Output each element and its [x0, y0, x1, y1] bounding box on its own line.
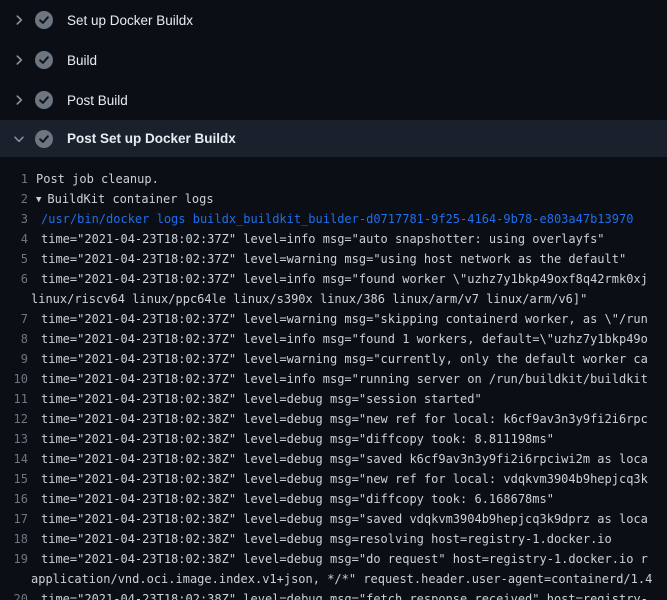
log-line-continuation: linux/riscv64 linux/ppc64le linux/s390x … — [0, 289, 667, 309]
step-row-build[interactable]: Build — [0, 40, 667, 80]
log-line: 20time="2021-04-23T18:02:38Z" level=debu… — [0, 589, 667, 600]
log-line-number[interactable]: 14 — [0, 449, 28, 469]
log-text: time="2021-04-23T18:02:38Z" level=debug … — [28, 449, 648, 469]
log-line: 17time="2021-04-23T18:02:38Z" level=debu… — [0, 509, 667, 529]
chevron-down-icon[interactable] — [12, 132, 26, 146]
log-text: time="2021-04-23T18:02:38Z" level=debug … — [28, 409, 648, 429]
log-line: 1Post job cleanup. — [0, 169, 667, 189]
log-line: 15time="2021-04-23T18:02:38Z" level=debu… — [0, 469, 667, 489]
log-area: 1Post job cleanup.2 ▼ BuildKit container l… — [0, 157, 667, 600]
check-circle-icon — [35, 91, 53, 109]
log-text: time="2021-04-23T18:02:38Z" level=debug … — [28, 509, 648, 529]
step-list: Set up Docker Buildx Build Post Build Post … — [0, 0, 667, 157]
log-command-text: /usr/bin/docker logs buildx_buildkit_bui… — [28, 209, 633, 229]
log-text: time="2021-04-23T18:02:38Z" level=debug … — [28, 489, 554, 509]
log-line-number[interactable]: 8 — [0, 329, 28, 349]
log-line-number[interactable]: 16 — [0, 489, 28, 509]
log-line: 7time="2021-04-23T18:02:37Z" level=warni… — [0, 309, 667, 329]
log-text: time="2021-04-23T18:02:38Z" level=debug … — [28, 529, 612, 549]
step-label: Post Set up Docker Buildx — [67, 131, 236, 146]
log-text: time="2021-04-23T18:02:37Z" level=info m… — [28, 229, 605, 249]
log-line-number[interactable]: 3 — [0, 209, 28, 229]
log-line: 9time="2021-04-23T18:02:37Z" level=warni… — [0, 349, 667, 369]
log-line: 18time="2021-04-23T18:02:38Z" level=debu… — [0, 529, 667, 549]
log-text: time="2021-04-23T18:02:38Z" level=debug … — [28, 469, 648, 489]
log-line: 13time="2021-04-23T18:02:38Z" level=debu… — [0, 429, 667, 449]
log-text: linux/riscv64 linux/ppc64le linux/s390x … — [28, 289, 587, 309]
triangle-down-icon[interactable]: ▼ — [36, 195, 41, 205]
log-line-number[interactable]: 7 — [0, 309, 28, 329]
check-circle-icon — [35, 11, 53, 29]
log-line: 16time="2021-04-23T18:02:38Z" level=debu… — [0, 489, 667, 509]
log-text: time="2021-04-23T18:02:37Z" level=warnin… — [28, 349, 648, 369]
log-line-number[interactable]: 15 — [0, 469, 28, 489]
log-line: 6time="2021-04-23T18:02:37Z" level=info … — [0, 269, 667, 289]
check-circle-icon — [35, 51, 53, 69]
log-line-number[interactable]: 13 — [0, 429, 28, 449]
log-line-number[interactable]: 1 — [0, 169, 28, 189]
log-line-number[interactable]: 11 — [0, 389, 28, 409]
log-text: application/vnd.oci.image.index.v1+json,… — [28, 569, 652, 589]
log-line: 5time="2021-04-23T18:02:37Z" level=warni… — [0, 249, 667, 269]
log-line-number[interactable]: 6 — [0, 269, 28, 289]
log-line-number[interactable]: 9 — [0, 349, 28, 369]
log-text: Post job cleanup. — [28, 169, 159, 189]
log-text: time="2021-04-23T18:02:37Z" level=warnin… — [28, 249, 626, 269]
log-line-number[interactable]: 18 — [0, 529, 28, 549]
check-circle-icon — [35, 130, 53, 148]
log-line-number[interactable]: 12 — [0, 409, 28, 429]
step-row-set-up-docker-buildx[interactable]: Set up Docker Buildx — [0, 0, 667, 40]
log-line: 3/usr/bin/docker logs buildx_buildkit_bu… — [0, 209, 667, 229]
log-line: 2 ▼ BuildKit container logs — [0, 189, 667, 209]
log-text: time="2021-04-23T18:02:37Z" level=info m… — [28, 329, 648, 349]
log-text: time="2021-04-23T18:02:38Z" level=debug … — [28, 429, 554, 449]
log-line: 19time="2021-04-23T18:02:38Z" level=debu… — [0, 549, 667, 569]
step-label: Set up Docker Buildx — [67, 13, 193, 28]
log-line-number[interactable]: 17 — [0, 509, 28, 529]
log-line: 4time="2021-04-23T18:02:37Z" level=info … — [0, 229, 667, 249]
log-group-label[interactable]: BuildKit container logs — [47, 192, 213, 206]
log-line-number[interactable]: 2 — [0, 189, 28, 209]
log-text: time="2021-04-23T18:02:38Z" level=debug … — [28, 589, 648, 600]
log-line: 14time="2021-04-23T18:02:38Z" level=debu… — [0, 449, 667, 469]
log-line: 11time="2021-04-23T18:02:38Z" level=debu… — [0, 389, 667, 409]
step-row-post-set-up-docker-buildx[interactable]: Post Set up Docker Buildx — [0, 120, 667, 157]
log-line-number — [0, 569, 28, 589]
log-line-number[interactable]: 20 — [0, 589, 28, 600]
chevron-right-icon[interactable] — [12, 53, 26, 67]
log-text: time="2021-04-23T18:02:38Z" level=debug … — [28, 549, 648, 569]
log-text: time="2021-04-23T18:02:37Z" level=warnin… — [28, 309, 648, 329]
log-line-number — [0, 289, 28, 309]
step-label: Post Build — [67, 93, 128, 108]
log-line: 8time="2021-04-23T18:02:37Z" level=info … — [0, 329, 667, 349]
log-line-number[interactable]: 10 — [0, 369, 28, 389]
log-group-toggle[interactable]: ▼ BuildKit container logs — [28, 189, 214, 209]
log-text: time="2021-04-23T18:02:38Z" level=debug … — [28, 389, 482, 409]
log-line-number[interactable]: 5 — [0, 249, 28, 269]
log-text: time="2021-04-23T18:02:37Z" level=info m… — [28, 269, 648, 289]
log-line-continuation: application/vnd.oci.image.index.v1+json,… — [0, 569, 667, 589]
chevron-right-icon[interactable] — [12, 93, 26, 107]
log-line-number[interactable]: 4 — [0, 229, 28, 249]
chevron-right-icon[interactable] — [12, 13, 26, 27]
log-line: 12time="2021-04-23T18:02:38Z" level=debu… — [0, 409, 667, 429]
log-text: time="2021-04-23T18:02:37Z" level=info m… — [28, 369, 648, 389]
step-label: Build — [67, 53, 97, 68]
workflow-log-panel: Set up Docker Buildx Build Post Build Post … — [0, 0, 667, 600]
log-line: 10time="2021-04-23T18:02:37Z" level=info… — [0, 369, 667, 389]
step-row-post-build[interactable]: Post Build — [0, 80, 667, 120]
log-line-number[interactable]: 19 — [0, 549, 28, 569]
